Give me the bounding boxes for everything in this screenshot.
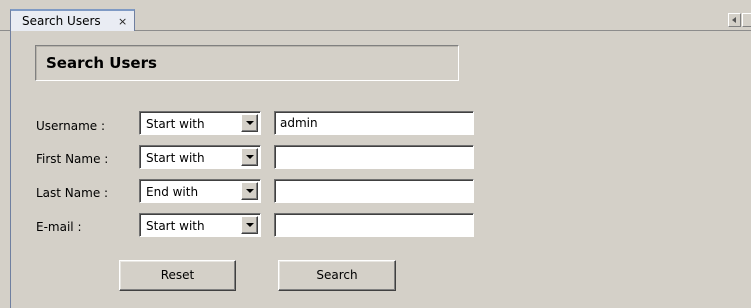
chevron-down-icon[interactable] <box>241 148 258 166</box>
email-operator-select[interactable]: Start with <box>139 213 261 237</box>
username-label: Username : <box>36 119 106 133</box>
chevron-down-icon[interactable] <box>241 114 258 132</box>
tab-search-users[interactable]: Search Users × <box>10 9 135 32</box>
first-name-operator-select[interactable]: Start with <box>139 145 261 169</box>
search-button[interactable]: Search <box>278 260 396 291</box>
select-value: Start with <box>146 117 205 131</box>
scroll-left-icon[interactable] <box>728 13 741 27</box>
reset-button[interactable]: Reset <box>119 260 236 291</box>
last-name-input[interactable] <box>274 179 474 203</box>
first-name-label: First Name : <box>36 152 109 166</box>
page-title: Search Users <box>46 54 157 72</box>
page-header: Search Users <box>35 45 459 81</box>
username-operator-select[interactable]: Start with <box>139 111 261 135</box>
last-name-operator-select[interactable]: End with <box>139 179 261 203</box>
email-label: E-mail : <box>36 220 82 234</box>
scroll-right-button[interactable] <box>742 13 751 27</box>
last-name-label: Last Name : <box>36 186 109 200</box>
select-value: End with <box>146 185 199 199</box>
email-input[interactable] <box>274 213 474 237</box>
content-panel: Search Users Username : Start with First… <box>10 31 751 308</box>
tab-label: Search Users <box>22 14 101 28</box>
select-value: Start with <box>146 219 205 233</box>
tab-strip: Search Users × <box>0 0 751 32</box>
select-value: Start with <box>146 151 205 165</box>
username-input[interactable] <box>274 111 474 135</box>
first-name-input[interactable] <box>274 145 474 169</box>
chevron-down-icon[interactable] <box>241 216 258 234</box>
chevron-down-icon[interactable] <box>241 182 258 200</box>
close-icon[interactable]: × <box>118 15 127 28</box>
